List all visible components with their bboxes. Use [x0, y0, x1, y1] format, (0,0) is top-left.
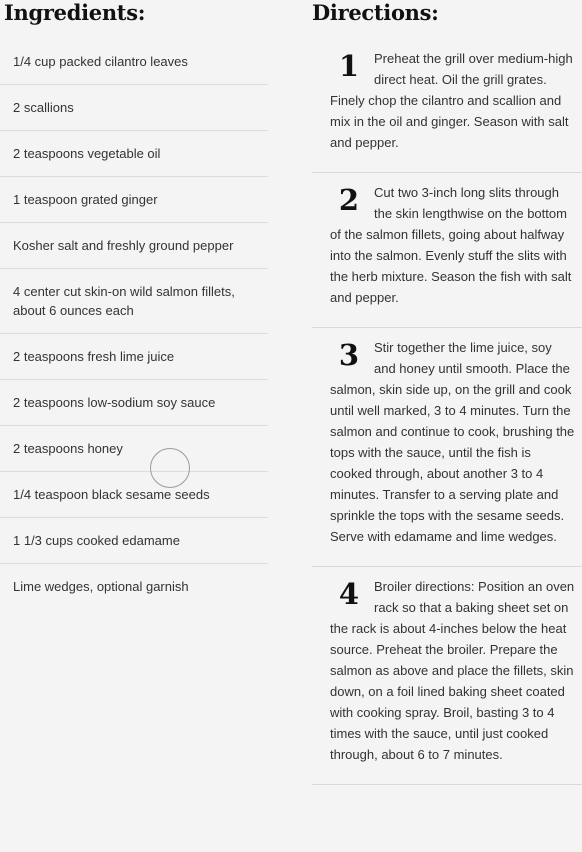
ingredient-item: 2 teaspoons honey: [0, 426, 268, 472]
step-number: 1: [338, 49, 360, 83]
ingredient-item: 1/4 teaspoon black sesame seeds: [0, 472, 268, 518]
ingredients-heading: Ingredients:: [4, 0, 146, 25]
ingredient-item: 1/4 cup packed cilantro leaves: [0, 39, 268, 85]
ingredient-item: 1 1/3 cups cooked edamame: [0, 518, 268, 564]
ingredient-item: 2 teaspoons vegetable oil: [0, 131, 268, 177]
directions-steps: 1 Preheat the grill over medium-high dir…: [312, 39, 582, 785]
ingredients-section: Ingredients: 1/4 cup packed cilantro lea…: [0, 0, 268, 609]
step-number: 2: [338, 183, 360, 217]
direction-step: 3 Stir together the lime juice, soy and …: [312, 328, 582, 567]
direction-step: 4 Broiler directions: Position an oven r…: [312, 567, 582, 785]
direction-step: 2 Cut two 3-inch long slits through the …: [312, 173, 582, 328]
ingredient-item: Kosher salt and freshly ground pepper: [0, 223, 268, 269]
direction-step: 1 Preheat the grill over medium-high dir…: [312, 39, 582, 173]
directions-heading: Directions:: [312, 0, 439, 25]
step-text: Broiler directions: Position an oven rac…: [330, 579, 575, 762]
step-number: 3: [338, 338, 360, 372]
ingredients-list: 1/4 cup packed cilantro leaves 2 scallio…: [0, 39, 268, 609]
ingredient-item: 1 teaspoon grated ginger: [0, 177, 268, 223]
step-text: Cut two 3-inch long slits through the sk…: [330, 185, 572, 305]
ingredient-item: 2 scallions: [0, 85, 268, 131]
step-text: Preheat the grill over medium-high direc…: [330, 51, 573, 150]
directions-section: Directions: 1 Preheat the grill over med…: [312, 0, 582, 785]
step-number: 4: [338, 577, 360, 611]
ingredient-item: 2 teaspoons low-sodium soy sauce: [0, 380, 268, 426]
ingredient-item: 2 teaspoons fresh lime juice: [0, 334, 268, 380]
step-text: Stir together the lime juice, soy and ho…: [330, 340, 575, 544]
ingredient-item: 4 center cut skin-on wild salmon fillets…: [0, 269, 268, 334]
ingredient-item: Lime wedges, optional garnish: [13, 579, 189, 594]
